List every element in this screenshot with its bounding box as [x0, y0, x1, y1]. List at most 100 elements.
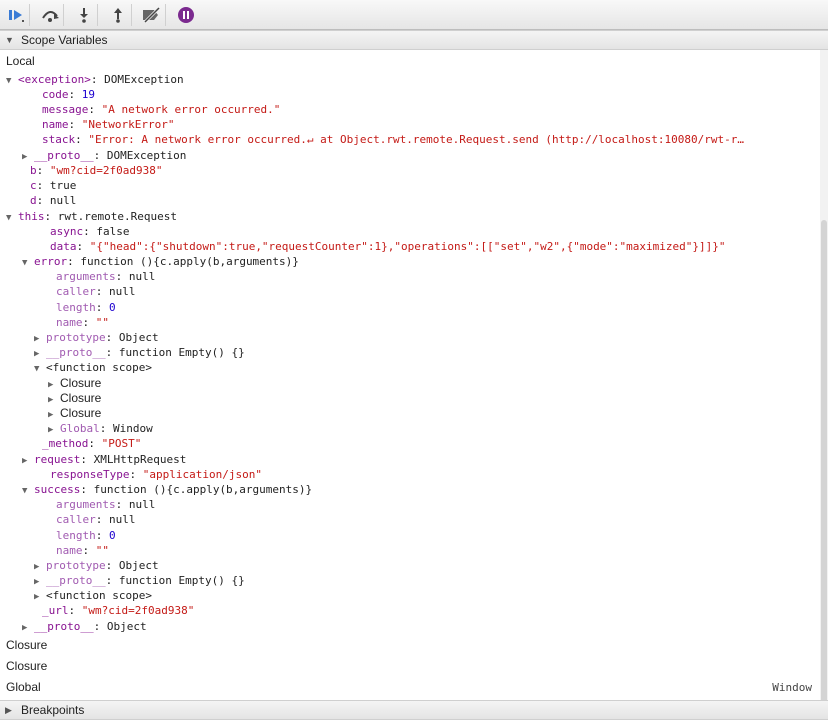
scope-tree-row[interactable]: ▶ prototype: Object	[34, 330, 159, 345]
global-value: Window	[772, 681, 812, 694]
property-value: null	[109, 285, 136, 298]
property-value: true	[49, 179, 77, 192]
triangle-collapsed-icon[interactable]: ▶	[22, 454, 32, 469]
scrollbar-thumb[interactable]	[821, 220, 827, 708]
property-separator: :	[82, 316, 96, 329]
property-value: "A network error occurred."	[101, 103, 281, 116]
scope-tree-row[interactable]: ▶ request: XMLHttpRequest	[22, 452, 186, 467]
property-name: b	[30, 164, 37, 177]
property-value: 19	[81, 88, 95, 101]
triangle-collapsed-icon[interactable]: ▶	[22, 621, 32, 636]
property-separator: :	[105, 331, 119, 344]
property-separator: :	[75, 133, 89, 146]
triangle-expanded-icon[interactable]: ▼	[6, 211, 16, 226]
scope-variables-header[interactable]: ▼ Scope Variables	[0, 30, 828, 50]
property-name: data	[50, 240, 77, 253]
property-name: length	[56, 529, 96, 542]
vertical-scrollbar[interactable]	[820, 50, 828, 708]
scope-tree-row[interactable]: ▼ error: function (){c.apply(b,arguments)…	[22, 254, 299, 269]
scope-tree-row[interactable]: ▼ <exception>: DOMException	[6, 72, 184, 87]
scope-tree-row: data: "{"head":{"shutdown":true,"request…	[50, 239, 726, 254]
property-name: code	[42, 88, 69, 101]
property-name: caller	[56, 513, 96, 526]
debugger-toolbar	[0, 0, 828, 30]
scope-tree-row[interactable]: ▼ <function scope>	[34, 360, 152, 375]
property-separator: :	[36, 179, 50, 192]
triangle-collapsed-icon[interactable]: ▶	[0, 682, 4, 697]
triangle-collapsed-icon[interactable]: ▶	[0, 640, 4, 655]
triangle-expanded-icon: ▼	[5, 35, 14, 45]
scope-tree-row: d: null	[30, 193, 76, 208]
property-name: Global	[6, 680, 41, 694]
property-separator: :	[105, 574, 119, 587]
pause-on-exceptions-button[interactable]	[172, 4, 200, 26]
scope-tree-row[interactable]: ▶ __proto__: function Empty() {}	[34, 345, 245, 360]
property-name: Closure	[6, 659, 48, 673]
property-separator: :	[90, 73, 105, 86]
property-value: null	[128, 270, 156, 283]
property-separator: :	[76, 240, 90, 253]
scope-tree-row[interactable]: ▶ prototype: Object	[34, 558, 159, 573]
scope-tree-row[interactable]: ▶ __proto__: DOMException	[22, 148, 186, 163]
triangle-expanded-icon[interactable]: ▼	[0, 56, 4, 71]
scope-tree-row[interactable]: ▶Global	[0, 680, 41, 695]
triangle-expanded-icon[interactable]: ▼	[6, 74, 16, 89]
property-value: function Empty() {}	[118, 346, 245, 359]
property-value: Object	[118, 559, 159, 572]
scope-tree-row: _method: "POST"	[42, 436, 141, 451]
triangle-collapsed-icon[interactable]: ▶	[0, 661, 4, 676]
property-separator: :	[80, 483, 94, 496]
property-separator: :	[93, 620, 107, 633]
property-separator: :	[83, 225, 97, 238]
scope-tree-row: caller: null	[56, 284, 136, 299]
property-name: c	[30, 179, 37, 192]
step-out-button[interactable]	[104, 4, 132, 26]
property-value: function Empty() {}	[118, 574, 245, 587]
deactivate-breakpoints-icon	[142, 7, 160, 23]
scope-tree-row[interactable]: ▶ <function scope>	[34, 588, 152, 603]
scope-tree-row: _url: "wm?cid=2f0ad938"	[42, 603, 194, 618]
triangle-expanded-icon[interactable]: ▼	[34, 362, 44, 377]
property-value: ""	[95, 544, 109, 557]
breakpoints-header[interactable]: ▶ Breakpoints	[0, 700, 828, 720]
property-separator: :	[95, 513, 109, 526]
property-separator: :	[115, 498, 129, 511]
property-value: null	[109, 513, 136, 526]
scope-tree-row: message: "A network error occurred."	[42, 102, 280, 117]
property-value: 0	[109, 301, 116, 314]
deactivate-breakpoints-button[interactable]	[138, 4, 166, 26]
property-name: Closure	[60, 376, 102, 390]
property-value: Window	[113, 422, 153, 435]
property-value: "NetworkError"	[81, 118, 175, 131]
scope-tree-row[interactable]: ▶Closure	[48, 376, 101, 391]
step-into-button[interactable]	[70, 4, 98, 26]
scope-tree-row[interactable]: ▶ __proto__: Object	[22, 619, 147, 634]
triangle-expanded-icon[interactable]: ▼	[22, 484, 32, 499]
resume-icon	[8, 10, 24, 22]
property-value: "Error: A network error occurred.↵ at Ob…	[88, 133, 745, 146]
step-over-button[interactable]	[36, 4, 64, 26]
property-name: this	[18, 210, 45, 223]
property-name: Closure	[60, 391, 102, 405]
property-separator: :	[88, 103, 102, 116]
property-separator: :	[82, 544, 96, 557]
scope-tree-row[interactable]: ▶Closure	[48, 391, 101, 406]
property-name: name	[56, 316, 83, 329]
scope-tree-row[interactable]: ▼ this: rwt.remote.Request	[6, 209, 177, 224]
triangle-expanded-icon[interactable]: ▼	[22, 256, 32, 271]
resume-button[interactable]	[2, 4, 30, 26]
scope-tree-row[interactable]: ▶ Global: Window	[48, 421, 153, 436]
scope-tree-row[interactable]: ▼Local	[0, 54, 35, 69]
scope-tree-row[interactable]: ▶ __proto__: function Empty() {}	[34, 573, 245, 588]
property-separator: :	[68, 88, 82, 101]
property-name: name	[42, 118, 69, 131]
property-name: prototype	[46, 331, 106, 344]
scope-tree-row[interactable]: ▶Closure	[0, 638, 47, 653]
scope-tree-row[interactable]: ▶Closure	[0, 659, 47, 674]
step-out-icon	[113, 8, 122, 23]
property-value: DOMException	[106, 149, 187, 162]
scope-tree-row[interactable]: ▶Closure	[48, 406, 101, 421]
scope-tree-row[interactable]: ▼ success: function (){c.apply(b,argument…	[22, 482, 312, 497]
property-name: <exception>	[18, 73, 91, 86]
scope-tree-row: c: true	[30, 178, 76, 193]
